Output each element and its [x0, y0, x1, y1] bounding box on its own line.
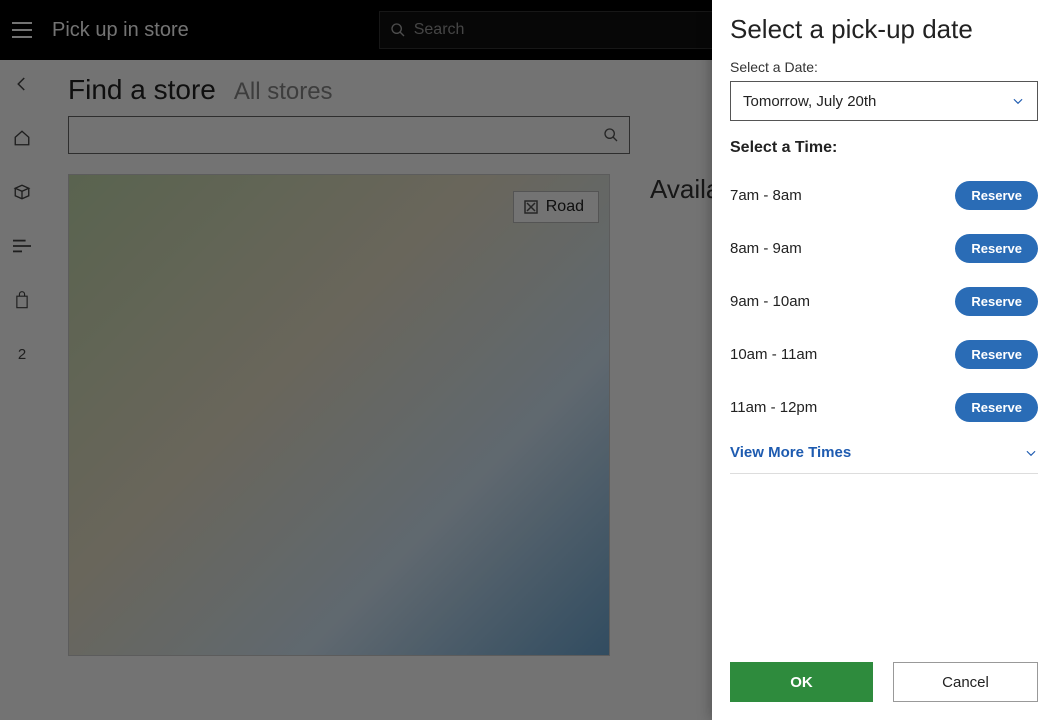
- cancel-button[interactable]: Cancel: [893, 662, 1038, 702]
- time-slot-label: 11am - 12pm: [730, 399, 817, 416]
- date-field-label: Select a Date:: [730, 59, 1038, 75]
- time-slot-label: 9am - 10am: [730, 293, 810, 310]
- reserve-button[interactable]: Reserve: [955, 393, 1038, 422]
- pickup-date-panel: Select a pick-up date Select a Date: Tom…: [712, 0, 1056, 720]
- view-more-times[interactable]: View More Times: [730, 434, 1038, 474]
- panel-title: Select a pick-up date: [730, 14, 1038, 45]
- chevron-down-icon: [1011, 94, 1025, 108]
- time-slot: 9am - 10am Reserve: [730, 275, 1038, 328]
- time-slot-label: 8am - 9am: [730, 240, 802, 257]
- time-slot: 10am - 11am Reserve: [730, 328, 1038, 381]
- reserve-button[interactable]: Reserve: [955, 234, 1038, 263]
- date-select-value: Tomorrow, July 20th: [743, 93, 876, 110]
- chevron-down-icon: [1024, 446, 1038, 460]
- view-more-label: View More Times: [730, 444, 851, 461]
- date-select[interactable]: Tomorrow, July 20th: [730, 81, 1038, 121]
- time-slot: 7am - 8am Reserve: [730, 169, 1038, 222]
- time-slot-label: 10am - 11am: [730, 346, 817, 363]
- time-slot: 8am - 9am Reserve: [730, 222, 1038, 275]
- reserve-button[interactable]: Reserve: [955, 287, 1038, 316]
- ok-button[interactable]: OK: [730, 662, 873, 702]
- reserve-button[interactable]: Reserve: [955, 340, 1038, 369]
- time-field-label: Select a Time:: [730, 139, 1038, 157]
- time-slot: 11am - 12pm Reserve: [730, 381, 1038, 434]
- time-slot-label: 7am - 8am: [730, 187, 802, 204]
- reserve-button[interactable]: Reserve: [955, 181, 1038, 210]
